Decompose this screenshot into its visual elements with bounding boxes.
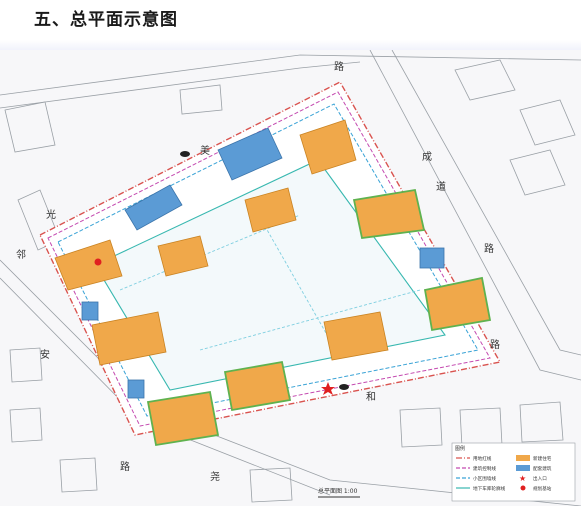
legend-swatch (520, 485, 526, 491)
legend-title: 图例 (455, 445, 465, 452)
road-label: 路 (484, 242, 494, 255)
legend-item-label: 规划基站 (533, 485, 552, 492)
road-label: 美 (200, 144, 210, 157)
legend-item-label: 小区围墙线 (473, 475, 496, 482)
facility-building (127, 379, 145, 399)
base-station-marker (94, 258, 102, 266)
page-title: 五、总平面示意图 (34, 10, 178, 30)
legend: 图例 用地红线建筑控制线小区围墙线地下车库轮廓线 新建住宅配套建筑 ★ 出入口规划基站 (451, 442, 576, 502)
scale-label: 总平面图 1:00 (318, 487, 358, 495)
legend-item-label: 配套建筑 (533, 465, 552, 472)
page: 五、总平面示意图 路 成 道 路 邻 安 路 路 和 尧 光 美 总平面图 1:… (0, 0, 581, 506)
road-label: 尧 (210, 470, 220, 483)
legend-swatch (516, 455, 530, 461)
road-label: 路 (490, 338, 500, 351)
road-label: 光 (46, 208, 56, 221)
road-label: 和 (366, 391, 376, 403)
road-label: 安 (40, 348, 50, 361)
road-label: 道 (436, 180, 446, 193)
site-plan: 路 成 道 路 邻 安 路 路 和 尧 光 美 总平面图 1:00 图例 用地红… (0, 50, 581, 506)
road-label: 路 (334, 60, 344, 73)
legend-item-label: 建筑控制线 (473, 465, 496, 472)
residential-building (146, 390, 220, 447)
legend-item-label: 用地红线 (473, 455, 492, 462)
legend-item-label: 地下车库轮廓线 (473, 485, 506, 492)
facility-building (81, 301, 99, 321)
legend-swatch (516, 465, 530, 471)
road-label: 成 (422, 151, 432, 163)
legend-item-label: 新建住宅 (533, 455, 552, 462)
facility-building (419, 247, 445, 269)
entrance-arrow-icon (339, 384, 349, 390)
legend-item-label: 出入口 (533, 475, 547, 482)
legend-swatch: ★ (519, 474, 526, 483)
road-label: 路 (120, 460, 130, 473)
header: 五、总平面示意图 (0, 0, 581, 52)
legend-box (451, 442, 576, 502)
road-label: 邻 (16, 248, 26, 261)
entrance-arrow-icon (180, 151, 190, 157)
